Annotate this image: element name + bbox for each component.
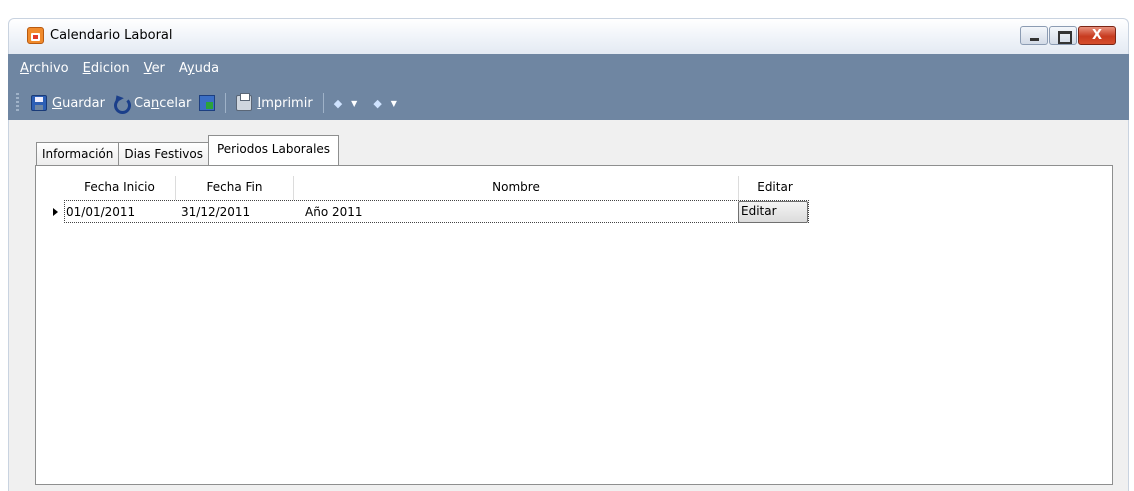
export-excel-button[interactable] xyxy=(195,93,219,113)
toolbar-separator xyxy=(225,93,227,113)
tab-strip: Información Dias Festivos Periodos Labor… xyxy=(36,134,340,166)
grid-header: Fecha Inicio Fecha Fin Nombre Editar xyxy=(46,176,811,200)
toolbar-separator xyxy=(322,93,324,113)
save-icon xyxy=(31,95,47,111)
printer-icon xyxy=(236,93,253,111)
arrow-down-icon: ◆ xyxy=(373,96,382,110)
row-header-spacer xyxy=(46,176,64,200)
save-button[interactable]: Guardar xyxy=(27,93,109,113)
next-button[interactable]: ◆ ▼ xyxy=(369,95,409,112)
app-window: Calendario Laboral X Archivo Edicion Ver… xyxy=(0,0,1134,491)
close-icon: X xyxy=(1091,28,1103,43)
print-button[interactable]: Imprimir xyxy=(232,93,316,113)
window-title: Calendario Laboral xyxy=(50,28,173,43)
previous-button[interactable]: ◆ ▼ xyxy=(330,95,370,112)
menu-ayuda[interactable]: Ayuda xyxy=(178,60,220,77)
tab-periodos-laborales[interactable]: Periodos Laborales xyxy=(207,135,340,165)
save-label: Guardar xyxy=(52,95,105,111)
dropdown-arrow-icon[interactable]: ▼ xyxy=(391,99,397,108)
calendar-icon xyxy=(27,27,44,44)
dropdown-arrow-icon[interactable]: ▼ xyxy=(351,99,357,108)
print-label: Imprimir xyxy=(257,95,313,111)
column-header[interactable]: Nombre xyxy=(294,176,739,200)
toolbar: Guardar Cancelar Imprimir ◆ ▼ ◆ ▼ xyxy=(16,90,409,116)
minimize-button[interactable] xyxy=(1020,26,1048,45)
cancel-button[interactable]: Cancelar xyxy=(109,93,195,114)
excel-icon xyxy=(199,95,216,111)
row-selector-icon[interactable] xyxy=(46,200,64,223)
title-bar[interactable]: Calendario Laboral X xyxy=(8,18,1129,54)
cell-fecha-inicio[interactable]: 01/01/2011 xyxy=(65,201,177,222)
toolbar-grip[interactable] xyxy=(16,93,19,113)
column-header[interactable]: Fecha Fin xyxy=(176,176,294,200)
cancel-label: Cancelar xyxy=(133,95,192,111)
menu-archivo[interactable]: Archivo xyxy=(19,60,70,77)
selected-row-box: 01/01/2011 31/12/2011 Año 2011 Editar xyxy=(64,200,809,223)
edit-button[interactable]: Editar xyxy=(738,201,808,223)
cell-nombre[interactable]: Año 2011 xyxy=(295,201,738,222)
window-controls: X xyxy=(1020,26,1116,45)
table-row[interactable]: 01/01/2011 31/12/2011 Año 2011 Editar xyxy=(46,200,811,223)
menu-ver[interactable]: Ver xyxy=(143,60,166,77)
tab-informacion[interactable]: Información xyxy=(36,142,120,166)
menu-toolbar-band: Archivo Edicion Ver Ayuda Guardar Cancel… xyxy=(8,54,1129,120)
tab-dias-festivos[interactable]: Dias Festivos xyxy=(118,142,209,166)
close-button[interactable]: X xyxy=(1078,26,1116,45)
periods-grid: Fecha Inicio Fecha Fin Nombre Editar 01/… xyxy=(46,176,811,223)
menu-bar: Archivo Edicion Ver Ayuda xyxy=(19,60,220,77)
maximize-button[interactable] xyxy=(1049,26,1077,45)
column-header[interactable]: Editar xyxy=(739,176,811,200)
column-header[interactable]: Fecha Inicio xyxy=(64,176,176,200)
cell-fecha-fin[interactable]: 31/12/2011 xyxy=(177,201,295,222)
content-area: Información Dias Festivos Periodos Labor… xyxy=(8,120,1129,491)
arrow-up-icon: ◆ xyxy=(333,96,343,110)
menu-edicion[interactable]: Edicion xyxy=(82,60,131,77)
tab-panel: Fecha Inicio Fecha Fin Nombre Editar 01/… xyxy=(35,165,1113,485)
undo-icon xyxy=(113,95,131,114)
